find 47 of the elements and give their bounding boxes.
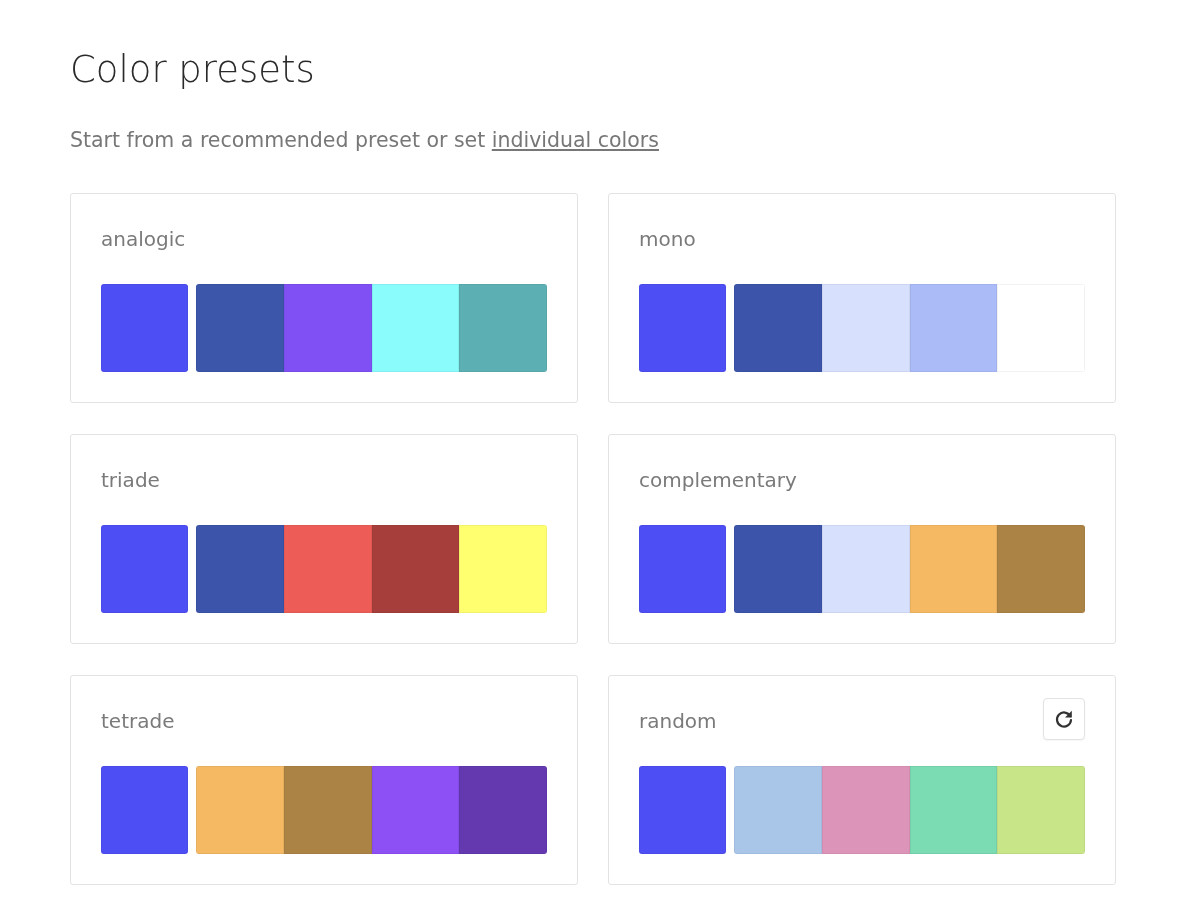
individual-colors-link[interactable]: individual colors bbox=[491, 128, 659, 152]
color-swatch-icon[interactable] bbox=[101, 284, 188, 372]
color-swatch-icon[interactable] bbox=[909, 766, 998, 854]
preset-card[interactable]: tetrade bbox=[70, 675, 578, 885]
color-swatch-icon[interactable] bbox=[283, 284, 372, 372]
color-swatch-icon[interactable] bbox=[909, 525, 998, 613]
preset-name: tetrade bbox=[101, 708, 175, 735]
color-swatch-icon[interactable] bbox=[734, 525, 822, 613]
color-swatch-icon[interactable] bbox=[196, 525, 284, 613]
color-swatch-icon[interactable] bbox=[371, 284, 460, 372]
refresh-icon bbox=[1054, 709, 1074, 729]
refresh-button[interactable] bbox=[1043, 698, 1085, 740]
color-swatch-icon[interactable] bbox=[734, 766, 822, 854]
color-swatch-icon[interactable] bbox=[909, 284, 998, 372]
color-swatch-icon[interactable] bbox=[196, 284, 284, 372]
color-swatch-icon[interactable] bbox=[459, 525, 547, 613]
preset-name: analogic bbox=[101, 226, 186, 253]
preset-name: complementary bbox=[639, 467, 797, 494]
color-swatch-icon[interactable] bbox=[821, 525, 910, 613]
color-swatch-icon[interactable] bbox=[101, 525, 188, 613]
color-swatch-icon[interactable] bbox=[734, 284, 822, 372]
color-swatch-icon[interactable] bbox=[283, 525, 372, 613]
color-swatch-icon[interactable] bbox=[821, 284, 910, 372]
color-swatch-icon[interactable] bbox=[639, 284, 726, 372]
preset-card[interactable]: triade bbox=[70, 434, 578, 644]
color-swatch-icon[interactable] bbox=[371, 525, 460, 613]
color-swatch-icon[interactable] bbox=[821, 766, 910, 854]
intro-text: Start from a recommended preset or set individual colors bbox=[70, 127, 659, 154]
color-swatch-icon[interactable] bbox=[997, 766, 1085, 854]
color-swatch-icon[interactable] bbox=[371, 766, 460, 854]
color-swatch-icon[interactable] bbox=[639, 766, 726, 854]
color-swatch-icon[interactable] bbox=[459, 766, 547, 854]
color-swatch-icon[interactable] bbox=[997, 284, 1085, 372]
preset-name: triade bbox=[101, 467, 160, 494]
preset-card[interactable]: random bbox=[608, 675, 1116, 885]
preset-name: mono bbox=[639, 226, 696, 253]
preset-name: random bbox=[639, 708, 717, 735]
color-swatch-icon[interactable] bbox=[459, 284, 547, 372]
preset-card[interactable]: mono bbox=[608, 193, 1116, 403]
preset-card[interactable]: analogic bbox=[70, 193, 578, 403]
color-swatch-icon[interactable] bbox=[101, 766, 188, 854]
color-swatch-icon[interactable] bbox=[639, 525, 726, 613]
preset-card[interactable]: complementary bbox=[608, 434, 1116, 644]
color-swatch-icon[interactable] bbox=[283, 766, 372, 854]
page-title: Color presets bbox=[70, 48, 315, 92]
color-swatch-icon[interactable] bbox=[196, 766, 284, 854]
color-swatch-icon[interactable] bbox=[997, 525, 1085, 613]
